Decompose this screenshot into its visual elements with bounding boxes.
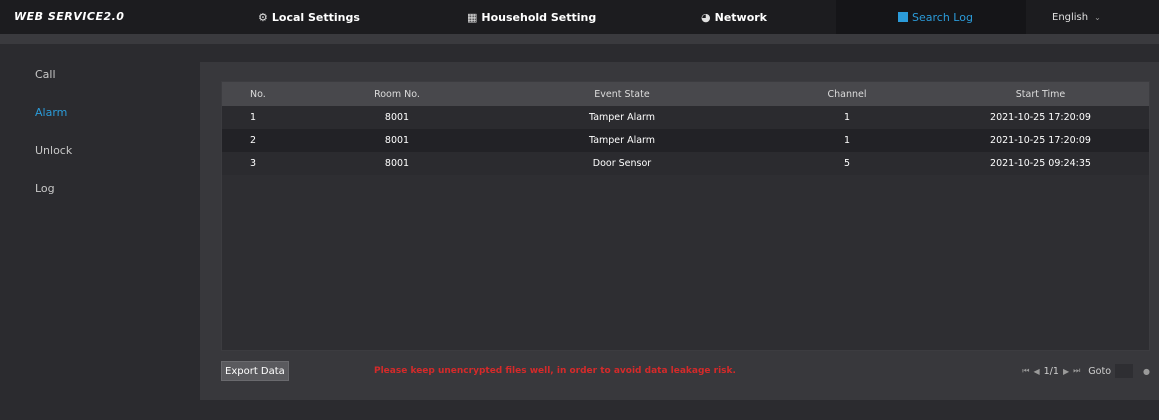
cell-no: 3 xyxy=(250,158,257,169)
page-indicator: 1/1 xyxy=(1043,365,1059,377)
nav-network[interactable]: ◕ Network xyxy=(701,0,767,34)
last-page-icon[interactable]: ⏭ xyxy=(1073,366,1080,376)
table-row[interactable]: 1 8001 Tamper Alarm 1 2021-10-25 17:20:0… xyxy=(222,106,1149,129)
header-divider xyxy=(0,34,1159,44)
cell-start-time: 2021-10-25 17:20:09 xyxy=(990,112,1091,123)
chevron-down-icon: ⌄ xyxy=(1094,12,1101,22)
next-page-icon[interactable]: ▶ xyxy=(1063,367,1069,376)
cell-start-time: 2021-10-25 09:24:35 xyxy=(990,158,1091,169)
sidebar-item-unlock[interactable]: Unlock xyxy=(35,144,72,157)
cell-channel: 5 xyxy=(843,158,851,169)
table-row[interactable]: 3 8001 Door Sensor 5 2021-10-25 09:24:35 xyxy=(222,152,1149,175)
col-header-start-time: Start Time xyxy=(1015,88,1066,100)
gear-icon: ⚙ xyxy=(258,10,268,24)
col-header-event-state: Event State xyxy=(594,88,650,100)
first-page-icon[interactable]: ⏮ xyxy=(1022,366,1029,376)
goto-label: Goto xyxy=(1088,365,1112,377)
search-log-icon xyxy=(898,12,908,22)
sidebar-item-log[interactable]: Log xyxy=(35,182,55,195)
cell-event-state: Tamper Alarm xyxy=(588,135,656,146)
alarm-log-table: No. Room No. Event State Channel Start T… xyxy=(221,81,1150,351)
nav-search-log[interactable]: Search Log xyxy=(836,0,1026,34)
nav-local-settings-label: Local Settings xyxy=(271,10,360,24)
cell-channel: 1 xyxy=(843,112,851,123)
goto-page-input[interactable] xyxy=(1115,364,1134,378)
table-row[interactable]: 2 8001 Tamper Alarm 1 2021-10-25 17:20:0… xyxy=(222,129,1149,152)
cell-no: 2 xyxy=(250,135,257,146)
cell-room-no: 8001 xyxy=(384,112,410,123)
table-footer: Export Data Please keep unencrypted file… xyxy=(221,361,1150,381)
sidebar-item-call[interactable]: Call xyxy=(35,68,56,81)
top-nav-bar: WEB SERVICE2.0 ⚙ Local Settings ▦ Househ… xyxy=(0,0,1159,34)
app-logo: WEB SERVICE2.0 xyxy=(14,10,125,23)
building-icon: ▦ xyxy=(467,10,478,24)
cell-start-time: 2021-10-25 17:20:09 xyxy=(990,135,1091,146)
nav-household-setting-label: Household Setting xyxy=(481,10,597,24)
cell-room-no: 8001 xyxy=(384,158,410,169)
sidebar: Call Alarm Unlock Log xyxy=(0,44,200,420)
nav-local-settings[interactable]: ⚙ Local Settings xyxy=(258,0,360,34)
col-header-no: No. xyxy=(250,88,266,100)
cell-event-state: Door Sensor xyxy=(592,158,652,169)
globe-icon: ◕ xyxy=(701,10,711,24)
nav-household-setting[interactable]: ▦ Household Setting xyxy=(467,0,596,34)
col-header-room-no: Room No. xyxy=(374,88,420,100)
prev-page-icon[interactable]: ◀ xyxy=(1033,367,1039,376)
cell-no: 1 xyxy=(250,112,257,123)
cell-room-no: 8001 xyxy=(384,135,410,146)
nav-search-log-label: Search Log xyxy=(912,10,973,24)
col-header-channel: Channel xyxy=(827,88,867,100)
nav-network-label: Network xyxy=(714,10,767,24)
pagination: ⏮ ◀ 1/1 ▶ ⏭ Goto ● xyxy=(1022,363,1150,379)
language-select[interactable]: English ⌄ xyxy=(1052,0,1101,34)
language-label: English xyxy=(1052,11,1089,23)
cell-channel: 1 xyxy=(843,135,851,146)
table-header-row: No. Room No. Event State Channel Start T… xyxy=(222,82,1149,106)
goto-confirm-icon[interactable]: ● xyxy=(1143,367,1150,376)
sidebar-item-alarm[interactable]: Alarm xyxy=(35,106,67,119)
export-data-button[interactable]: Export Data xyxy=(221,361,289,381)
data-leakage-warning: Please keep unencrypted files well, in o… xyxy=(374,366,736,376)
cell-event-state: Tamper Alarm xyxy=(588,112,656,123)
